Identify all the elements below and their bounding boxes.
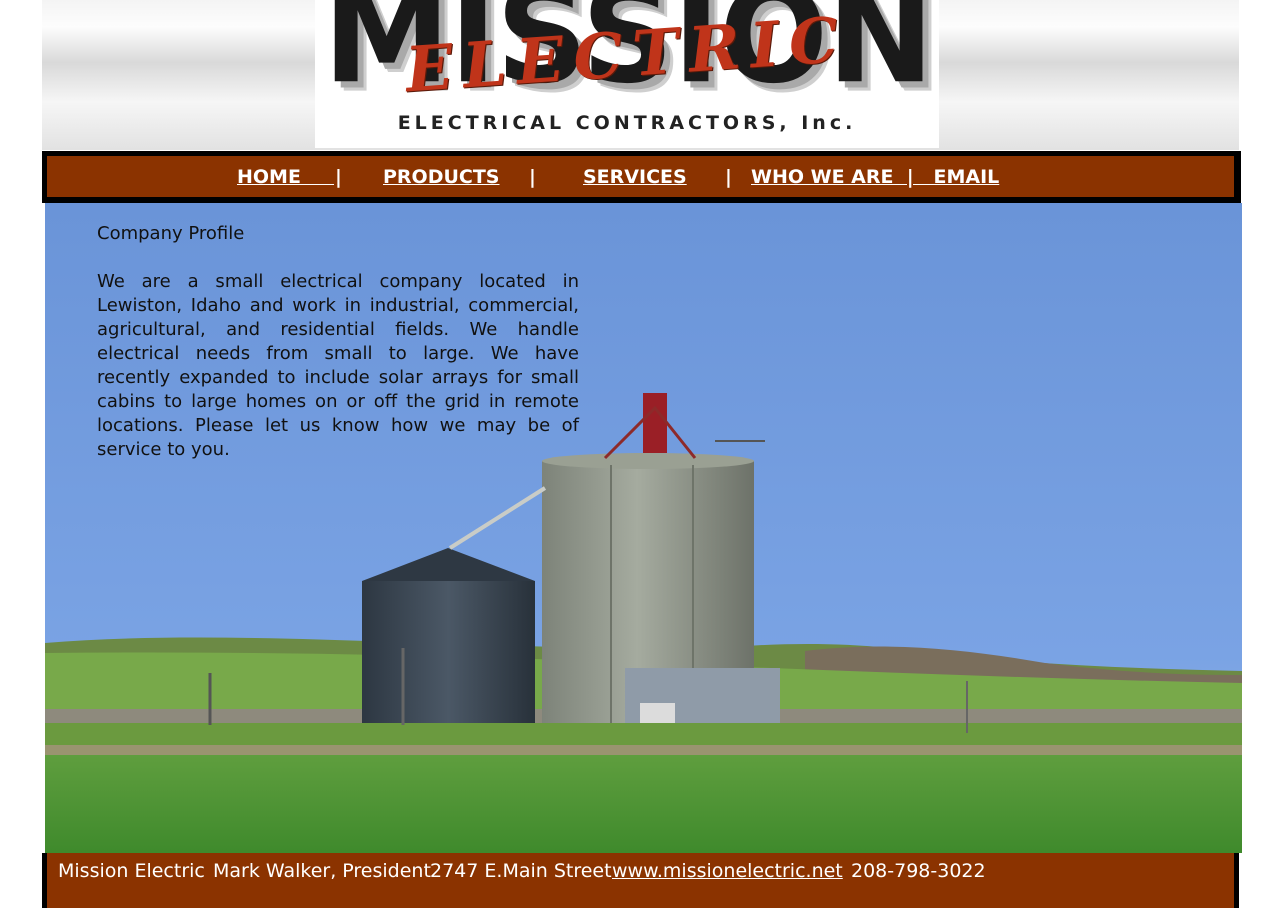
nav-separator: | — [335, 166, 342, 188]
footer-bar: Mission Electric Mark Walker, President … — [42, 853, 1239, 908]
main-content: Company Profile We are a small electrica… — [45, 203, 1242, 853]
nav-bar-inner: HOME | PRODUCTS | SERVICES | WHO WE ARE … — [47, 156, 1234, 197]
logo-tagline: ELECTRICAL CONTRACTORS, Inc. — [397, 112, 857, 134]
company-logo[interactable]: MISSION ELECTRIC ELECTRICAL CONTRACTORS,… — [315, 0, 939, 148]
footer-website-link[interactable]: www.missionelectric.net — [612, 860, 843, 882]
nav-link-who-we-are-email[interactable]: WHO WE ARE | EMAIL — [751, 168, 999, 187]
footer-company-name: Mission Electric — [58, 860, 205, 882]
nav-link-home[interactable]: HOME — [237, 168, 334, 187]
company-profile-text: We are a small electrical company locate… — [97, 271, 579, 460]
header-banner: MISSION ELECTRIC ELECTRICAL CONTRACTORS,… — [42, 0, 1239, 150]
nav-bar: HOME | PRODUCTS | SERVICES | WHO WE ARE … — [42, 151, 1241, 203]
nav-link-services[interactable]: SERVICES — [583, 168, 687, 187]
nav-separator: | — [725, 166, 732, 188]
nav-separator: | — [529, 166, 536, 188]
footer-contact-name: Mark Walker, President — [213, 860, 431, 882]
footer-address: 2747 E.Main Street — [430, 860, 612, 882]
footer-bar-inner: Mission Electric Mark Walker, President … — [47, 853, 1234, 908]
footer-phone: 208-798-3022 — [851, 860, 986, 882]
company-profile-title: Company Profile — [97, 223, 245, 244]
nav-link-products[interactable]: PRODUCTS — [383, 168, 500, 187]
